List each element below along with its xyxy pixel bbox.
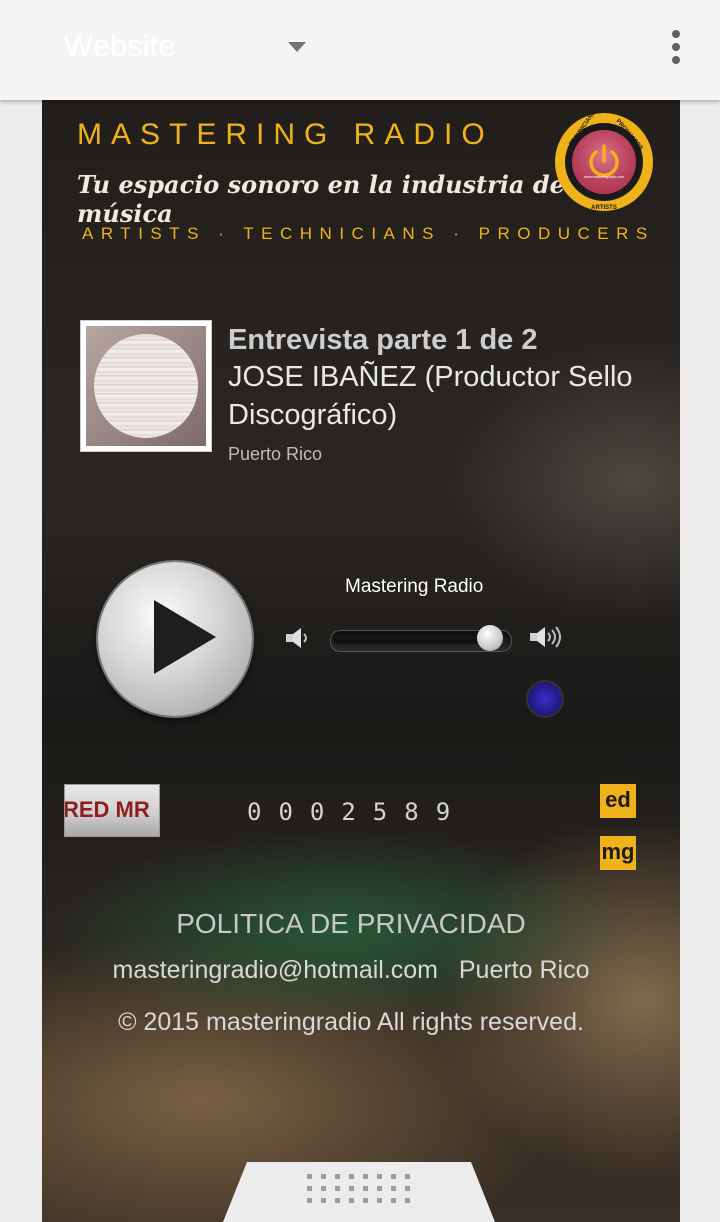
contact-email-link[interactable]: masteringradio@hotmail.com [113,956,439,984]
toolbar-title[interactable]: Website [64,28,175,64]
red-mr-label: RED MR [64,797,150,822]
stream-status-indicator [528,682,562,716]
volume-slider[interactable] [330,625,512,652]
brand-subtitle: ARTISTS · TECHNICIANS · PRODUCERS [82,224,655,243]
guest-name: JOSE IBAÑEZ (Productor Sello Discográfic… [228,361,633,431]
social-button-ed[interactable]: ed [600,784,636,818]
guest-location: Puerto Rico [228,444,323,464]
caret-down-icon[interactable] [288,42,306,52]
website-page: MASTERING RADIO Tu espacio sonoro en la … [42,100,680,1222]
speaker-high-icon[interactable] [528,624,564,650]
scroll-to-top-button[interactable] [223,1162,495,1222]
logo-url: www.masteringradio.com [584,175,624,179]
guest-photo [80,320,212,452]
play-button[interactable] [98,562,252,716]
visitor-counter: 0002589 [247,798,468,826]
footer-contact-line: masteringradio@hotmail.com Puerto Rico [42,956,660,985]
speaker-low-icon[interactable] [284,626,312,650]
interview-part: Entrevista parte 1 de 2 [228,324,538,356]
footer-location: Puerto Rico [458,956,590,984]
logo-ring-artists: ARTISTS [591,205,617,211]
privacy-policy-link[interactable]: POLITICA DE PRIVACIDAD [42,908,660,940]
volume-knob[interactable] [477,625,503,651]
station-name: Mastering Radio [345,576,484,597]
play-icon [154,600,216,674]
red-mr-badge[interactable]: RED MR [64,784,160,837]
brand-title: MASTERING RADIO [77,118,494,151]
copyright-text: © 2015 masteringradio All rights reserve… [118,1008,584,1036]
now-playing-info: Entrevista parte 1 de 2 JOSE IBAÑEZ (Pro… [228,322,648,465]
app-toolbar: Website [0,0,720,100]
social-button-mg[interactable]: mg [600,836,636,870]
mastering-radio-logo[interactable]: www.masteringradio.com TECHNICIANS PRODU… [554,112,654,212]
more-vert-icon[interactable] [666,30,686,64]
